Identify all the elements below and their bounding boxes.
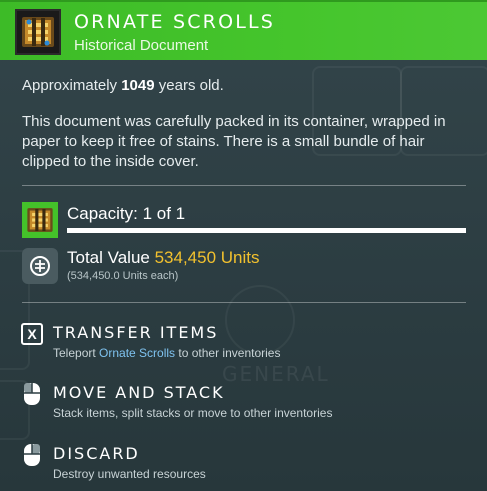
move-and-stack-button[interactable]: Move and Stack Stack items, split stacks… [20,382,460,426]
age-years: 1049 [121,77,155,94]
discard-label: Discard [53,444,140,463]
transfer-desc-item: Ornate Scrolls [99,346,176,360]
item-title: Ornate Scrolls [74,11,276,33]
transfer-items-desc: Teleport Ornate Scrolls to other invento… [53,346,280,360]
item-detail-panel: GENERAL Ornate Scrolls Historical Docume… [0,0,487,491]
scrolls-icon [15,9,61,55]
move-and-stack-desc: Stack items, split stacks or move to oth… [53,406,333,420]
age-suffix: years old. [154,77,224,94]
x-key-icon: X [20,322,44,346]
item-category: Historical Document [74,37,209,54]
item-description: This document was carefully packed in it… [22,113,446,170]
total-value-amount: 534,450 Units [154,248,260,267]
age-prefix: Approximately [22,77,122,94]
unit-value: (534,450.0 Units each) [67,270,179,282]
total-value: Total Value 534,450 Units [67,248,259,268]
scrolls-icon [22,202,58,238]
x-key-label: X [21,323,43,345]
item-header: Ornate Scrolls Historical Document [0,0,487,60]
divider [22,185,466,186]
units-currency-icon [22,248,58,284]
capacity-bar-fill [67,228,466,233]
capacity-label: Capacity: 1 of 1 [67,204,186,223]
discard-button[interactable]: Discard Destroy unwanted resources [20,443,460,487]
transfer-desc-suffix: to other inventories [175,346,281,360]
divider [22,302,466,303]
item-age: Approximately 1049 years old. [22,77,224,94]
transfer-desc-prefix: Teleport [53,346,100,360]
mouse-right-click-icon [20,443,44,467]
capacity-bar [67,228,466,233]
transfer-items-label: Transfer Items [53,323,219,342]
move-and-stack-label: Move and Stack [53,383,225,402]
total-value-label: Total Value [67,248,155,267]
mouse-left-click-icon [20,382,44,406]
transfer-items-button[interactable]: X Transfer Items Teleport Ornate Scrolls… [20,322,460,366]
discard-desc: Destroy unwanted resources [53,467,206,481]
